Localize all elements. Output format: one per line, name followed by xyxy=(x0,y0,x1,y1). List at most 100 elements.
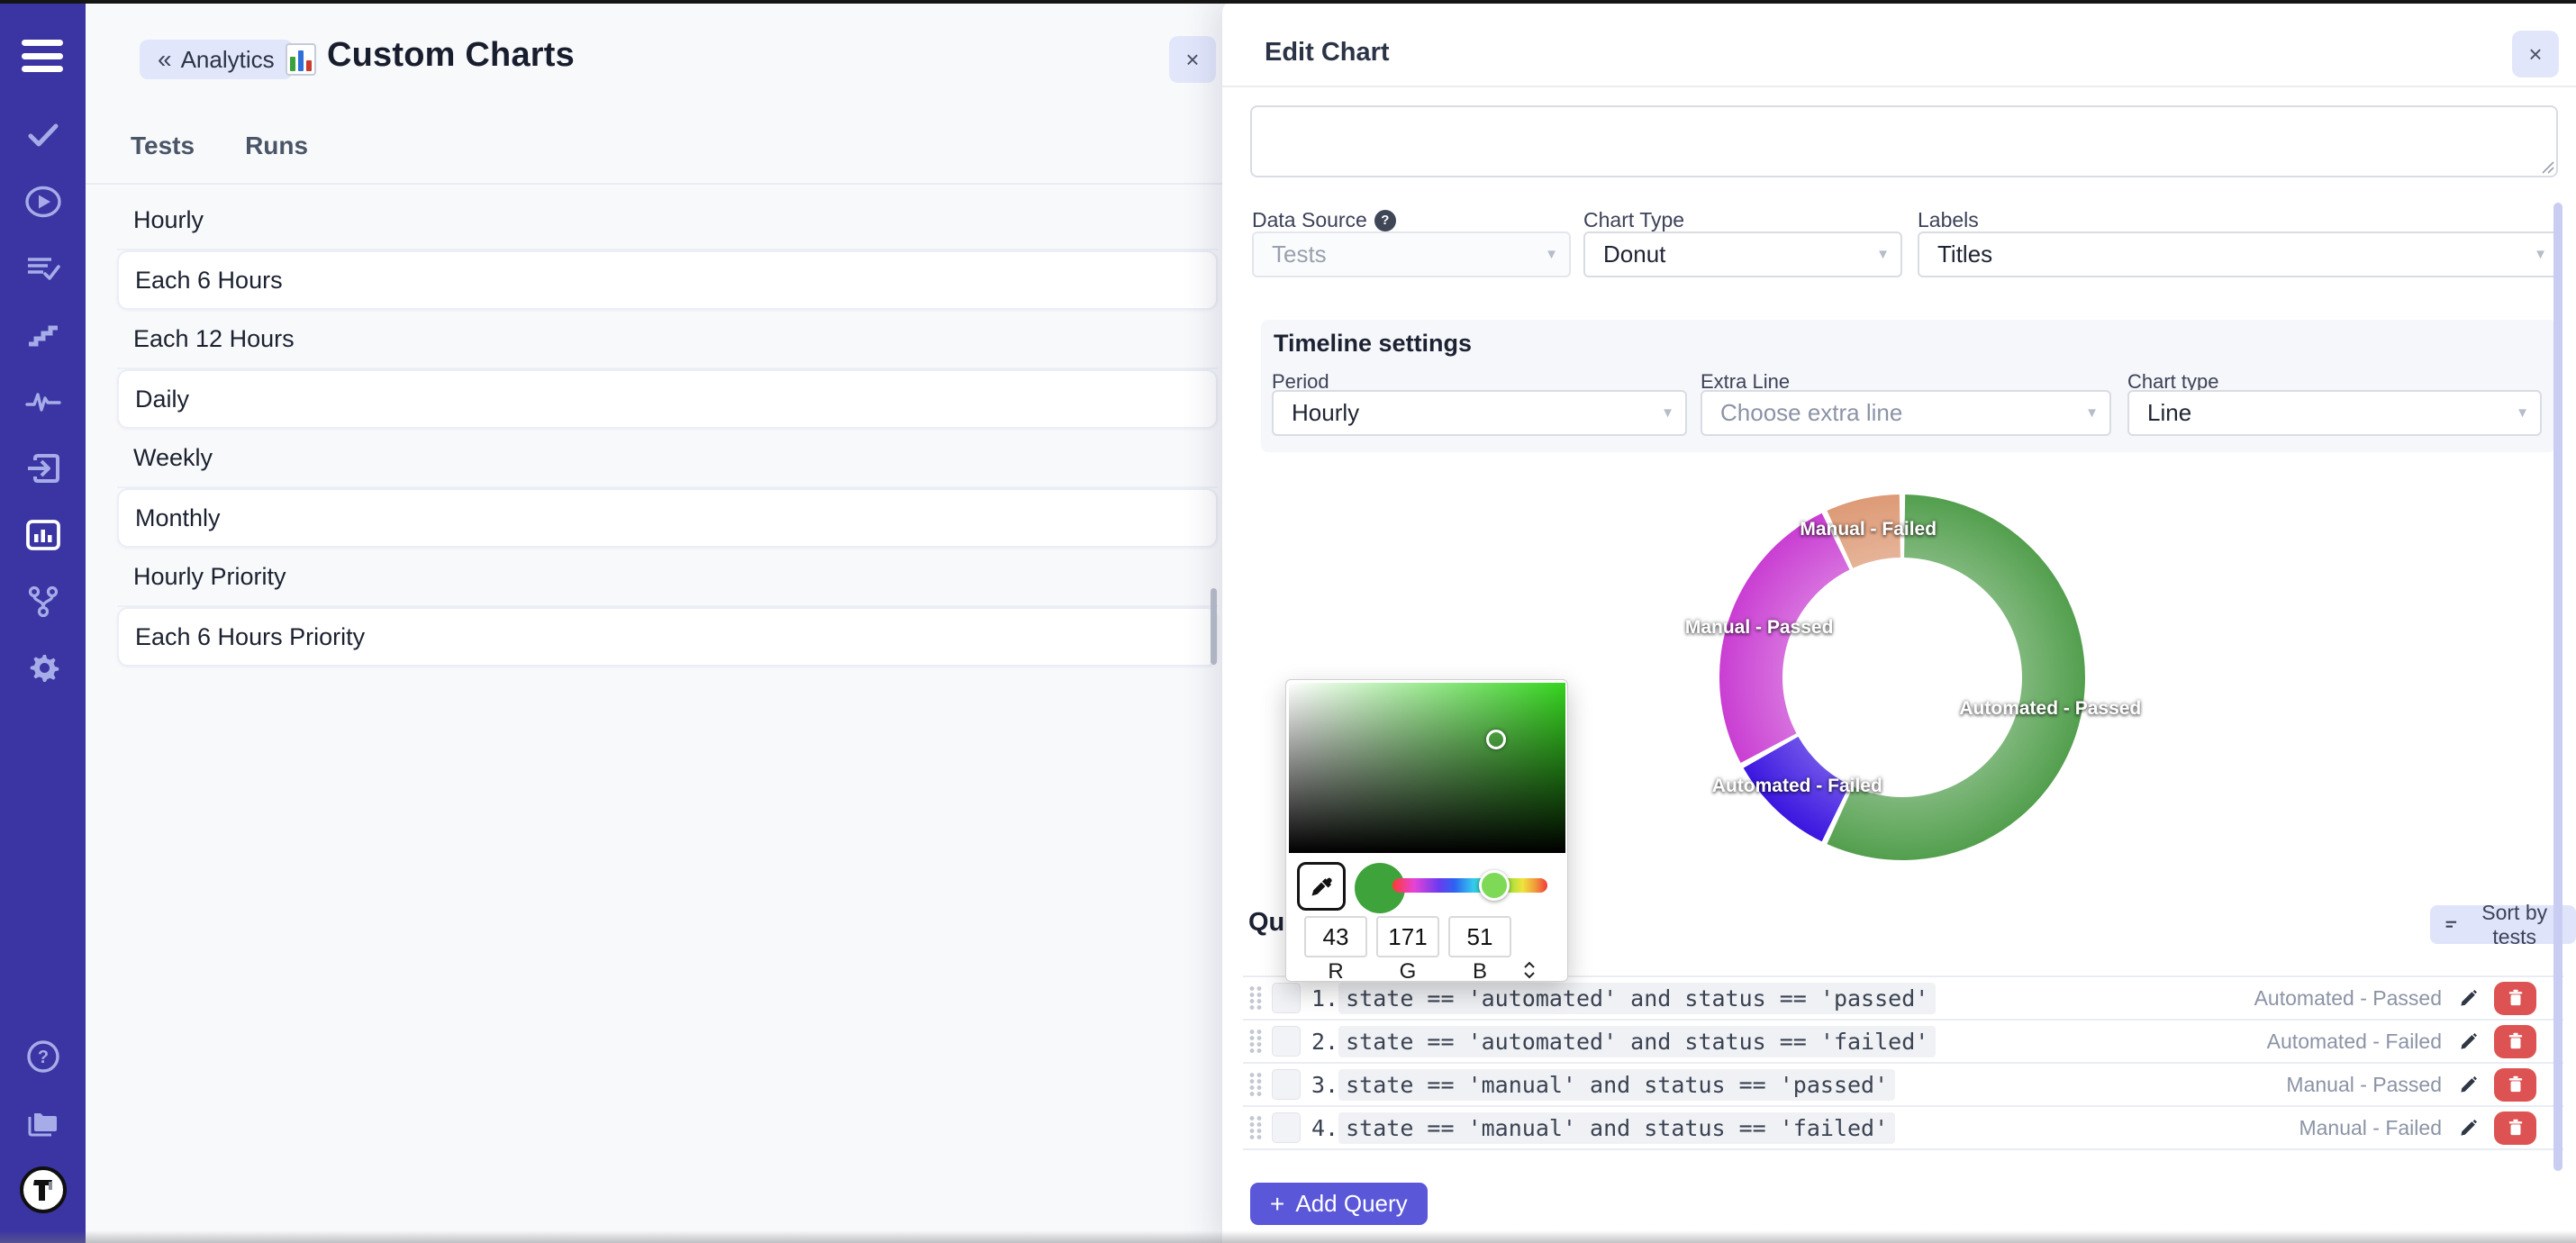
charts-list-panel: « Analytics Custom Charts × Tests Runs H… xyxy=(86,0,1222,1243)
drag-handle-icon[interactable] xyxy=(1248,985,1263,1011)
green-input[interactable] xyxy=(1376,916,1439,957)
data-source-select[interactable]: Tests▼ xyxy=(1252,231,1571,277)
query-row: 4.state == 'manual' and status == 'faile… xyxy=(1243,1105,2563,1148)
query-color-swatch[interactable] xyxy=(1272,1026,1301,1057)
delete-query-button[interactable] xyxy=(2494,982,2536,1015)
hamburger-menu-icon[interactable] xyxy=(22,40,63,72)
green-label: G xyxy=(1376,959,1439,984)
branch-icon[interactable] xyxy=(0,576,86,627)
list-item[interactable]: Monthly xyxy=(117,488,1218,548)
sign-in-icon[interactable] xyxy=(0,443,86,494)
list-item[interactable]: Each 6 Hours xyxy=(117,250,1218,310)
back-to-analytics-button[interactable]: « Analytics xyxy=(140,40,293,79)
help-icon[interactable]: ? xyxy=(0,1031,86,1082)
saturation-cursor[interactable] xyxy=(1486,730,1506,749)
labels-select[interactable]: Titles▼ xyxy=(1918,231,2560,277)
list-item-label: Hourly xyxy=(133,206,204,234)
query-color-swatch[interactable] xyxy=(1272,1069,1301,1100)
period-select[interactable]: Hourly▼ xyxy=(1272,390,1687,436)
labels-label: Labels xyxy=(1918,208,1979,232)
drag-handle-icon[interactable] xyxy=(1248,1029,1263,1054)
eyedropper-button[interactable] xyxy=(1297,862,1346,911)
edit-panel-scrollbar[interactable] xyxy=(2553,203,2562,1171)
list-check-icon[interactable] xyxy=(0,243,86,294)
delete-query-button[interactable] xyxy=(2494,1111,2536,1145)
list-item[interactable]: Hourly xyxy=(117,191,1218,250)
query-color-swatch[interactable] xyxy=(1272,983,1301,1013)
chart-type-select[interactable]: Donut▼ xyxy=(1583,231,1902,277)
window-top-edge xyxy=(0,0,2576,4)
red-label: R xyxy=(1304,959,1367,984)
donut-segment[interactable] xyxy=(1719,513,1849,763)
donut-chart[interactable]: Automated - PassedAutomated - FailedManu… xyxy=(1691,466,2114,889)
edit-pencil-icon[interactable] xyxy=(2458,987,2480,1009)
edit-pencil-icon[interactable] xyxy=(2458,1074,2480,1095)
query-code: state == 'manual' and status == 'failed' xyxy=(1338,1112,1895,1144)
delete-query-button[interactable] xyxy=(2494,1025,2536,1058)
tab-runs[interactable]: Runs xyxy=(245,132,308,160)
data-source-label: Data Source ? xyxy=(1252,208,1396,232)
list-item[interactable]: Hourly Priority xyxy=(117,548,1218,607)
query-title: Automated - Passed xyxy=(2254,986,2442,1011)
hue-slider[interactable] xyxy=(1392,878,1547,893)
drag-handle-icon[interactable] xyxy=(1248,1115,1263,1140)
list-item[interactable]: Weekly xyxy=(117,429,1218,488)
app-window: ? « Analytics Custom Charts × Tests Runs… xyxy=(0,0,2576,1243)
plus-icon: + xyxy=(1270,1190,1284,1219)
query-row: 3.state == 'manual' and status == 'passe… xyxy=(1243,1062,2563,1105)
timeline-settings-box: Timeline settings Period Extra Line Char… xyxy=(1261,320,2556,452)
gear-icon[interactable] xyxy=(0,643,86,694)
chevron-down-icon: ▼ xyxy=(2085,405,2099,421)
query-number: 3. xyxy=(1311,1072,1338,1098)
query-code: state == 'automated' and status == 'pass… xyxy=(1338,983,1936,1014)
app-logo[interactable] xyxy=(0,1165,86,1215)
play-circle-icon[interactable] xyxy=(0,177,86,227)
window-bottom-edge xyxy=(0,1230,2576,1243)
blue-input[interactable] xyxy=(1448,916,1511,957)
check-icon[interactable] xyxy=(0,110,86,160)
description-textarea[interactable] xyxy=(1250,105,2558,177)
sort-icon xyxy=(2444,917,2459,933)
list-item-label: Weekly xyxy=(133,444,213,472)
list-item[interactable]: Each 6 Hours Priority xyxy=(117,607,1218,667)
query-code: state == 'manual' and status == 'passed' xyxy=(1338,1069,1895,1101)
list-item-label: Hourly Priority xyxy=(133,563,286,591)
delete-query-button[interactable] xyxy=(2494,1068,2536,1102)
left-panel-close-button[interactable]: × xyxy=(1169,36,1216,83)
edit-chart-close-button[interactable]: × xyxy=(2512,31,2559,77)
query-row: 1.state == 'automated' and status == 'pa… xyxy=(1243,975,2563,1019)
query-title: Manual - Passed xyxy=(2286,1073,2442,1097)
edit-chart-panel: Edit Chart × .... Data Source ? Chart Ty… xyxy=(1222,0,2576,1243)
edit-pencil-icon[interactable] xyxy=(2458,1030,2480,1052)
bar-chart-icon-active[interactable] xyxy=(0,510,86,560)
left-panel-scrollbar[interactable] xyxy=(1211,588,1217,665)
list-item-label: Each 12 Hours xyxy=(133,325,295,353)
chevron-down-icon: ▼ xyxy=(2534,247,2547,262)
saturation-area[interactable] xyxy=(1289,683,1565,853)
edit-pencil-icon[interactable] xyxy=(2458,1117,2480,1139)
red-input[interactable] xyxy=(1304,916,1367,957)
help-icon[interactable]: ? xyxy=(1374,210,1396,231)
pulse-icon[interactable] xyxy=(0,377,86,427)
chevron-down-icon: ▼ xyxy=(1876,247,1890,262)
close-icon: × xyxy=(1185,46,1199,74)
extra-line-select[interactable]: Choose extra line▼ xyxy=(1701,390,2111,436)
list-item[interactable]: Each 12 Hours xyxy=(117,310,1218,369)
list-item-label: Monthly xyxy=(135,504,221,532)
timeline-settings-title: Timeline settings xyxy=(1274,330,1472,358)
drag-handle-icon[interactable] xyxy=(1248,1072,1263,1097)
steps-icon[interactable] xyxy=(0,310,86,360)
folders-icon[interactable] xyxy=(0,1098,86,1148)
query-code: state == 'automated' and status == 'fail… xyxy=(1338,1026,1936,1057)
query-title: Manual - Failed xyxy=(2299,1116,2442,1140)
trash-icon xyxy=(2507,1075,2525,1094)
trash-icon xyxy=(2507,1118,2525,1138)
color-mode-stepper-icon[interactable] xyxy=(1520,961,1538,979)
hue-slider-thumb[interactable] xyxy=(1479,870,1510,901)
timeline-chart-type-select[interactable]: Line▼ xyxy=(2127,390,2542,436)
query-color-swatch[interactable] xyxy=(1272,1112,1301,1143)
add-query-button[interactable]: + Add Query xyxy=(1250,1183,1428,1225)
chart-list: Hourly Each 6 Hours Each 12 Hours Daily Week… xyxy=(117,191,1218,667)
tab-tests[interactable]: Tests xyxy=(131,132,195,160)
list-item[interactable]: Daily xyxy=(117,369,1218,429)
